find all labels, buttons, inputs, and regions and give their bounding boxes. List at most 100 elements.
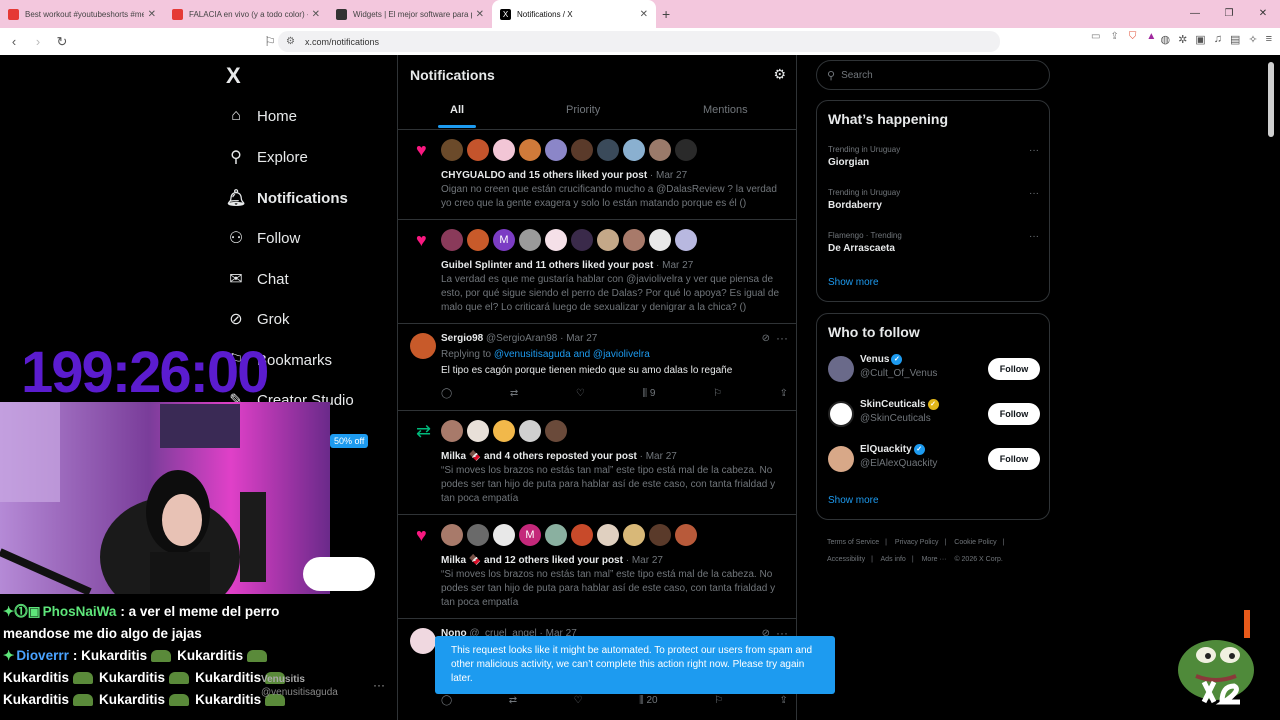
avatar[interactable] [675,229,697,251]
brave-rewards-icon[interactable]: ▲ [1146,31,1156,42]
avatar[interactable] [571,139,593,161]
avatar[interactable] [467,229,489,251]
footer-link-terms[interactable]: Terms of Service [827,539,879,546]
notification-item[interactable]: ♥ M Guibel Splinter and 11 others liked … [398,220,796,324]
avatar[interactable] [545,139,567,161]
new-tab-icon[interactable]: + [662,6,670,22]
avatar[interactable] [571,229,593,251]
repost-icon[interactable]: ⇄ [509,695,517,706]
avatar[interactable] [649,139,671,161]
more-icon[interactable]: ··· [1029,231,1039,242]
avatar[interactable] [519,229,541,251]
tab-priority[interactable]: Priority [566,104,600,116]
menu-icon[interactable]: ≡ [1266,33,1272,46]
avatar[interactable] [467,420,489,442]
avatar[interactable] [649,524,671,546]
avatar[interactable] [441,524,463,546]
follow-suggestion[interactable]: ElQuackity ✓ @ElAlexQuackity Follow [828,442,1040,478]
like-icon[interactable]: ♡ [574,695,583,706]
author-handle[interactable]: @SergioAran98 [486,333,557,344]
footer-link-cookies[interactable]: Cookie Policy [954,539,996,546]
avatar[interactable] [467,524,489,546]
tab-all[interactable]: All [450,104,464,116]
share-icon[interactable]: ⇪ [1110,31,1118,42]
search-input[interactable]: ⚲ Search [816,60,1050,90]
tab-mentions[interactable]: Mentions [703,104,748,116]
close-icon[interactable]: ✕ [476,9,484,20]
avatar[interactable] [545,524,567,546]
footer-link-ads[interactable]: Ads info [881,556,906,563]
music-icon[interactable]: ♫ [1214,33,1222,46]
avatar[interactable] [623,139,645,161]
avatar[interactable] [493,420,515,442]
close-icon[interactable]: ✕ [148,9,156,20]
avatar[interactable] [828,356,854,382]
avatar[interactable] [467,139,489,161]
actor-name[interactable]: CHYGUALDO [441,170,505,181]
avatar[interactable]: M [493,229,515,251]
maximize-icon[interactable]: ❐ [1212,0,1246,28]
avatar[interactable] [441,229,463,251]
screenshot-icon[interactable]: ▣ [1195,33,1205,46]
avatar[interactable] [828,401,854,427]
more-icon[interactable]: ··· [373,678,385,692]
back-icon[interactable]: ‹ [4,34,24,49]
sidebar-item-explore[interactable]: ⚲ Explore [225,146,308,168]
brave-shield-icon[interactable]: ⛉ [1129,31,1137,42]
actor-name[interactable]: Guibel Splinter [441,260,512,271]
cast-icon[interactable]: ▭ [1091,31,1100,42]
follow-suggestion[interactable]: Venus ✓ @Cult_Of_Venus Follow [828,352,1040,388]
close-icon[interactable]: ✕ [312,9,320,20]
x-logo-icon[interactable]: X [226,63,241,89]
reply-icon[interactable]: ◯ [441,388,452,399]
notification-item[interactable]: ♥ CHYGUALDO and 15 others liked your pos… [398,130,796,220]
like-icon[interactable]: ♡ [576,388,585,399]
avatar[interactable] [597,524,619,546]
account-switcher[interactable]: Venusitis @venusitisaguda [261,673,338,699]
address-bar[interactable]: ⚙ x.com/notifications ▭ ⇪ ⛉ ▲ [278,31,1156,52]
avatar[interactable] [571,524,593,546]
show-more-link[interactable]: Show more [828,495,879,506]
avatar[interactable] [597,139,619,161]
bookmark-icon[interactable]: ⚐ [714,695,723,706]
sidebar-item-chat[interactable]: ✉ Chat [225,268,288,290]
sidebar-item-home[interactable]: ⌂ Home [225,105,297,127]
extension-icon[interactable]: ◍ [1160,33,1170,46]
avatar[interactable] [675,139,697,161]
footer-link-privacy[interactable]: Privacy Policy [895,539,939,546]
close-icon[interactable]: ✕ [640,9,648,20]
footer-link-accessibility[interactable]: Accessibility [827,556,865,563]
more-icon[interactable]: ··· [776,331,788,345]
avatar[interactable] [493,524,515,546]
avatar[interactable] [649,229,671,251]
author-name[interactable]: Sergio98 [441,333,483,344]
actor-name[interactable]: Milka 🍫 [441,451,481,462]
notification-item[interactable]: ♥ M Milka 🍫 and 12 others liked your pos… [398,515,796,619]
show-more-link[interactable]: Show more [828,277,879,288]
share-icon[interactable]: ⇪ [780,695,788,706]
browser-tab-2[interactable]: FALACIA en vivo (y a todo color) - Ra ✕ [164,0,328,28]
avatar[interactable] [441,139,463,161]
avatar[interactable] [545,420,567,442]
leo-icon[interactable]: ✧ [1248,33,1257,46]
footer-link-more[interactable]: More ··· [922,556,947,563]
scrollbar[interactable] [1268,62,1274,137]
site-settings-icon[interactable]: ⚙ [286,36,295,47]
follow-suggestion[interactable]: SkinCeuticals ✓ @SkinCeuticals Follow [828,397,1040,433]
browser-tab-1[interactable]: Best workout #youtubeshorts #meny ✕ [0,0,164,28]
reply-post[interactable]: Sergio98 @SergioAran98 · Mar 27 ⊘ ··· Re… [398,324,796,411]
avatar[interactable] [828,446,854,472]
notification-item[interactable]: ⇄ Milka 🍫 and 4 others reposted your pos… [398,411,796,515]
gear-icon[interactable]: ⚙ [773,66,786,83]
browser-tab-3[interactable]: Widgets | El mejor software para pot ✕ [328,0,492,28]
avatar[interactable] [441,420,463,442]
more-icon[interactable]: ··· [1029,188,1039,199]
avatar[interactable] [410,333,436,359]
puzzle-icon[interactable]: ✲ [1178,33,1187,46]
avatar[interactable] [519,420,541,442]
sidebar-item-notifications[interactable]: 🔔︎ Notifications [225,187,348,209]
follow-button[interactable]: Follow [988,358,1040,380]
bookmark-icon[interactable]: ⚐ [713,388,722,399]
reply-icon[interactable]: ◯ [441,695,452,706]
wallet-icon[interactable]: ▤ [1230,33,1240,46]
